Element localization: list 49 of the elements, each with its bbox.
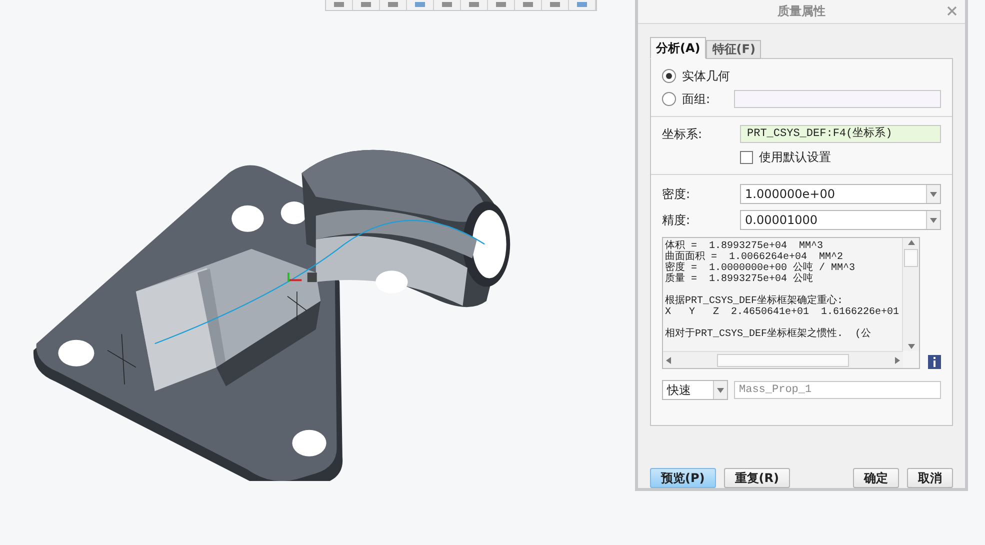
radio-label: 面组: (682, 90, 712, 108)
tool-icon (359, 2, 373, 8)
checkbox-label: 使用默认设置 (759, 148, 831, 166)
checkbox[interactable] (740, 150, 753, 164)
tool-icon (575, 2, 589, 8)
tool-icon (494, 2, 508, 8)
radio-button[interactable] (662, 92, 676, 106)
radio-label: 实体几何 (682, 68, 730, 84)
vertical-scrollbar[interactable] (902, 238, 919, 351)
density-dropdown[interactable]: 1.000000e+00 (740, 184, 941, 204)
quilt-field[interactable] (734, 90, 941, 108)
tool-icon (467, 2, 481, 8)
field-label: 密度: (662, 186, 692, 202)
result-text: 相对于PRT_CSYS_DEF坐标框架之惯性. (公 (665, 329, 872, 340)
scroll-up-icon (908, 240, 914, 245)
results-text-area[interactable]: 体积 = 1.8993275e+04 MM^3 曲面面积 = 1.0066264e+04 MM^2 密度 = 1.0000000e+00 公吨 / MM^3 质量 = 1.8993275e+04 公吨 根据PRT_CSYS_DEF坐标框架确定重心: X Y Z 2.4650641e+01 1.6166226e+01 相对于PRT_CSYS_DEF坐标框架之惯性. (公 (662, 237, 920, 369)
tool-icon (386, 2, 400, 8)
window-title: 质量属性 (778, 3, 826, 20)
result-text: 体积 = 1.8993275e+04 MM^3 曲面面积 = 1.0066264e+04 MM^2 密度 = 1.0000000e+00 公吨 / MM^3 质量 = 1.8993275e+04 公吨 (665, 241, 856, 285)
dialog-button[interactable]: 预览(P) (650, 468, 716, 488)
dialog-button[interactable]: 取消 (907, 468, 953, 488)
close-icon[interactable] (947, 6, 957, 16)
coordinate-system-field[interactable]: PRT_CSYS_DEF:F4(坐标系) (740, 125, 941, 143)
dialog-button[interactable]: 确定 (853, 468, 899, 488)
dialog-button[interactable]: 重复(R) (724, 468, 790, 488)
dropdown-arrow-icon (717, 388, 724, 392)
field-label: 坐标系: (662, 126, 704, 142)
scroll-right-icon (895, 356, 900, 364)
scroll-left-icon (666, 356, 671, 364)
info-icon[interactable] (928, 355, 941, 369)
field-label: 精度: (662, 212, 692, 228)
mode-dropdown[interactable]: 快速 (662, 380, 728, 400)
tool-icon (440, 2, 454, 8)
scroll-thumb[interactable] (904, 249, 918, 267)
horizontal-scrollbar[interactable] (663, 351, 903, 368)
dropdown-arrow-icon (930, 218, 937, 222)
dropdown-arrow-icon (930, 192, 937, 196)
result-text: 根据PRT_CSYS_DEF坐标框架确定重心: X Y Z 2.4650641e+01 1.6166226e+01 (665, 296, 900, 318)
scroll-thumb[interactable] (717, 354, 849, 366)
radio-button[interactable] (662, 69, 676, 83)
tool-icon (548, 2, 562, 8)
dropdown-arrow-icon (908, 344, 914, 349)
tab[interactable]: 分析(A) (650, 37, 706, 59)
tab[interactable]: 特征(F) (706, 40, 762, 59)
accuracy-dropdown[interactable]: 0.00001000 (740, 210, 941, 230)
tool-icon (413, 2, 427, 8)
tool-icon (521, 2, 535, 8)
name-field[interactable]: Mass_Prop_1 (734, 381, 941, 399)
tool-icon (332, 2, 346, 8)
